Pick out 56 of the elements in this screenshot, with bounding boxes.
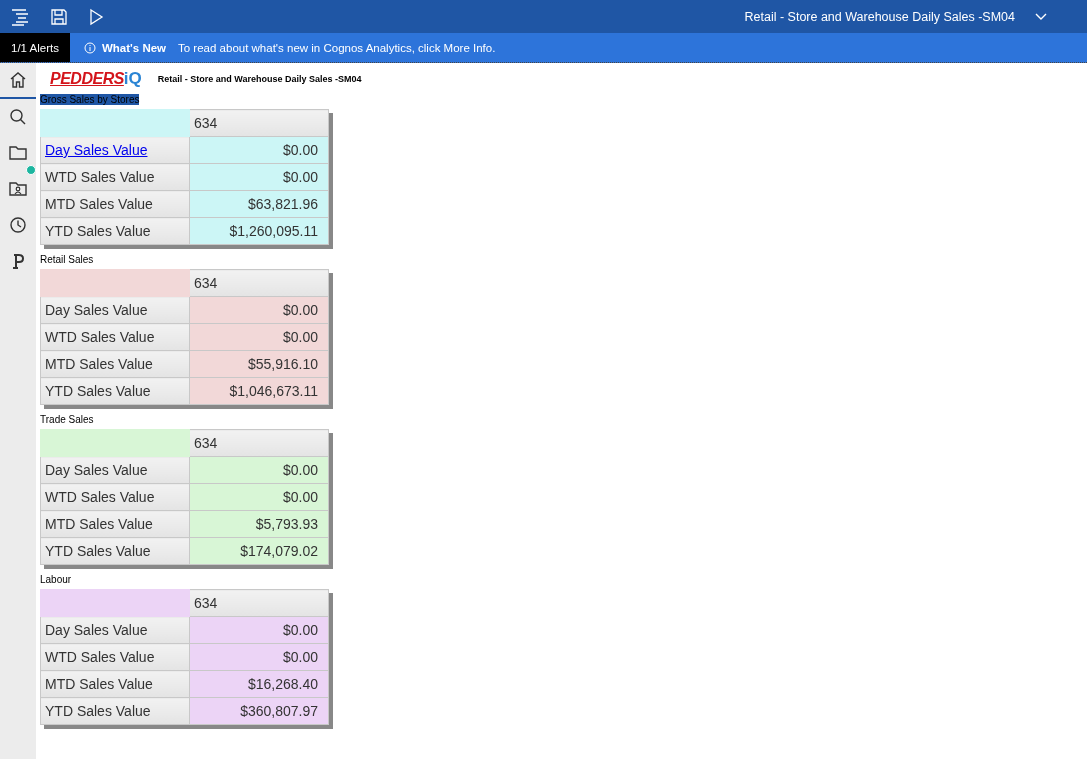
row-header-cell: MTD Sales Value (40, 190, 190, 218)
row-header-cell: Day Sales Value (40, 456, 190, 484)
section-title: Gross Sales by Stores (40, 94, 140, 105)
pedders-logo: PEDDERSiQ (50, 69, 142, 89)
row-header-cell: Day Sales Value (40, 616, 190, 644)
section-title: Labour (40, 574, 72, 585)
value-cell: $1,046,673.11 (189, 377, 329, 405)
row-header-cell: WTD Sales Value (40, 323, 190, 351)
info-icon (83, 41, 96, 54)
value-cell: $0.00 (189, 616, 329, 644)
alerts-button[interactable]: 1/1 Alerts (0, 33, 70, 62)
home-icon (8, 70, 28, 90)
column-header: 634 (189, 269, 329, 297)
folder-person-icon (8, 179, 28, 199)
row-header-cell: MTD Sales Value (40, 510, 190, 538)
clock-icon (8, 215, 28, 235)
section-title: Retail Sales (40, 254, 94, 265)
row-header-cell: Day Sales Value (40, 296, 190, 324)
value-cell: $0.00 (189, 296, 329, 324)
menu-icon[interactable] (10, 7, 30, 26)
row-header-cell: WTD Sales Value (40, 643, 190, 671)
row-header-cell: WTD Sales Value (40, 163, 190, 191)
day-sales-link[interactable]: Day Sales Value (45, 142, 148, 158)
value-cell: $0.00 (189, 643, 329, 671)
value-cell: $55,916.10 (189, 350, 329, 378)
row-header-cell: YTD Sales Value (40, 697, 190, 725)
report-heading: Retail - Store and Warehouse Daily Sales -SM04 (157, 74, 362, 84)
section-title: Trade Sales (40, 414, 94, 425)
value-cell: $0.00 (189, 136, 329, 164)
value-cell: $0.00 (189, 483, 329, 511)
value-cell: $63,821.96 (189, 190, 329, 218)
value-cell: $0.00 (189, 163, 329, 191)
row-header-cell: YTD Sales Value (40, 537, 190, 565)
search-icon (8, 107, 28, 127)
row-header-cell: YTD Sales Value (40, 217, 190, 245)
alert-message: To read about what's new in Cognos Analytics, click More Info. (178, 41, 496, 54)
row-header-cell: YTD Sales Value (40, 377, 190, 405)
save-icon[interactable] (50, 7, 68, 26)
value-cell: $5,793.93 (189, 510, 329, 538)
value-cell: $1,260,095.11 (189, 217, 329, 245)
chevron-down-icon[interactable] (1035, 12, 1047, 21)
play-icon[interactable] (88, 7, 104, 26)
row-header-cell: MTD Sales Value (40, 350, 190, 378)
column-header: 634 (189, 589, 329, 617)
column-header: 634 (189, 109, 329, 137)
value-cell: $0.00 (189, 323, 329, 351)
value-cell: $0.00 (189, 456, 329, 484)
value-cell: $16,268.40 (189, 670, 329, 698)
column-header: 634 (189, 429, 329, 457)
report-title[interactable]: Retail - Store and Warehouse Daily Sales -SM04 (744, 9, 1015, 24)
value-cell: $174,079.02 (189, 537, 329, 565)
value-cell: $360,807.97 (189, 697, 329, 725)
folder-icon (8, 143, 28, 163)
row-header-cell: MTD Sales Value (40, 670, 190, 698)
row-header-cell: WTD Sales Value (40, 483, 190, 511)
whats-new-heading: What's New (101, 41, 167, 54)
